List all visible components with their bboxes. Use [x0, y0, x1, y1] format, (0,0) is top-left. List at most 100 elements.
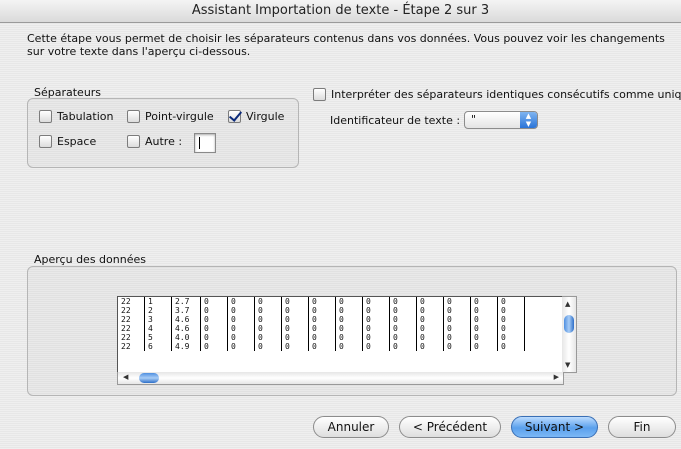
preview-cell: 0 — [227, 297, 255, 306]
preview-cell: 0 — [335, 297, 363, 306]
preview-cell: 0 — [470, 315, 498, 324]
preview-row: 22 5 4.0 0 0 0 0 0 0 0 0 0 0 0 0 — [118, 333, 525, 342]
preview-cell: 0 — [470, 324, 498, 333]
preview-cell: 0 — [200, 324, 228, 333]
preview-cell: 0 — [200, 342, 228, 351]
preview-cell: 0 — [416, 315, 444, 324]
vertical-scroll-thumb[interactable] — [564, 315, 574, 333]
preview-vertical-scrollbar[interactable]: ▲ ▼ — [562, 296, 577, 373]
preview-cell: 0 — [281, 342, 309, 351]
preview-cell: 0 — [443, 342, 471, 351]
preview-horizontal-scrollbar[interactable]: ◀ ▶ — [117, 372, 564, 385]
comma-checkbox-label: Virgule — [246, 110, 285, 123]
other-checkbox-box[interactable] — [127, 135, 140, 148]
space-checkbox-box[interactable] — [39, 135, 52, 148]
space-checkbox-label: Espace — [57, 135, 97, 148]
preview-cell: 0 — [227, 333, 255, 342]
finish-button[interactable]: Fin — [608, 416, 676, 438]
preview-cell: 0 — [497, 333, 525, 342]
preview-cell: 1 — [144, 297, 172, 306]
preview-cell: 0 — [416, 333, 444, 342]
preview-cell: 3.7 — [171, 306, 201, 315]
scroll-left-arrow-icon[interactable]: ◀ — [123, 373, 128, 381]
preview-cell: 6 — [144, 342, 172, 351]
consecutive-checkbox[interactable]: Interpréter des séparateurs identiques c… — [313, 88, 681, 101]
text-qualifier-select[interactable]: " ▲ ▼ — [464, 111, 538, 129]
preview-cell: 0 — [443, 297, 471, 306]
preview-cell: 0 — [254, 306, 282, 315]
scroll-down-arrow-icon[interactable]: ▼ — [565, 361, 570, 369]
preview-cell: 0 — [200, 315, 228, 324]
preview-cell: 0 — [443, 315, 471, 324]
preview-cell: 0 — [308, 333, 336, 342]
preview-cell: 0 — [389, 324, 417, 333]
next-button[interactable]: Suivant > — [511, 416, 598, 438]
semicolon-checkbox[interactable]: Point-virgule — [127, 110, 214, 123]
preview-cell: 2 — [144, 306, 172, 315]
separators-group — [27, 98, 299, 168]
preview-cell: 0 — [416, 342, 444, 351]
preview-cell: 0 — [254, 342, 282, 351]
preview-cell: 0 — [389, 315, 417, 324]
preview-row: 22 1 2.7 0 0 0 0 0 0 0 0 0 0 0 0 — [118, 297, 525, 306]
preview-cell: 22 — [118, 324, 145, 333]
preview-cell: 0 — [470, 297, 498, 306]
preview-cell: 0 — [497, 306, 525, 315]
comma-checkbox[interactable]: Virgule — [228, 110, 284, 123]
preview-cell: 0 — [389, 306, 417, 315]
space-checkbox[interactable]: Espace — [39, 135, 96, 148]
preview-cell: 0 — [200, 306, 228, 315]
preview-row: 22 4 4.6 0 0 0 0 0 0 0 0 0 0 0 0 — [118, 324, 525, 333]
text-qualifier-label: Identificateur de texte : — [330, 114, 461, 127]
other-checkbox-label: Autre : — [145, 135, 183, 148]
other-separator-input[interactable] — [194, 133, 216, 153]
preview-cell: 22 — [118, 315, 145, 324]
preview-row: 22 6 4.9 0 0 0 0 0 0 0 0 0 0 0 0 — [118, 342, 525, 351]
semicolon-checkbox-box[interactable] — [127, 110, 140, 123]
consecutive-checkbox-box[interactable] — [313, 88, 326, 101]
preview-cell: 0 — [227, 315, 255, 324]
preview-cell: 0 — [497, 324, 525, 333]
tab-checkbox[interactable]: Tabulation — [39, 110, 113, 123]
preview-cell: 0 — [443, 333, 471, 342]
preview-cell: 0 — [416, 324, 444, 333]
scroll-up-arrow-icon[interactable]: ▲ — [565, 300, 570, 308]
tab-checkbox-label: Tabulation — [57, 110, 114, 123]
preview-row: 22 3 4.6 0 0 0 0 0 0 0 0 0 0 0 0 — [118, 315, 525, 324]
tab-checkbox-box[interactable] — [39, 110, 52, 123]
preview-cell: 0 — [254, 315, 282, 324]
back-button[interactable]: < Précédent — [399, 416, 501, 438]
step-description: Cette étape vous permet de choisir les s… — [27, 32, 665, 58]
preview-cell: 0 — [362, 315, 390, 324]
preview-cell: 0 — [443, 306, 471, 315]
comma-checkbox-box[interactable] — [228, 110, 241, 123]
semicolon-checkbox-label: Point-virgule — [145, 110, 214, 123]
preview-cell: 0 — [308, 306, 336, 315]
preview-cell: 2.7 — [171, 297, 201, 306]
window-title: Assistant Importation de texte - Étape 2… — [0, 0, 681, 23]
preview-cell: 0 — [254, 333, 282, 342]
other-checkbox[interactable]: Autre : — [127, 135, 182, 148]
horizontal-scroll-thumb[interactable] — [139, 373, 159, 383]
text-caret — [199, 137, 200, 149]
data-preview-grid[interactable]: 22 1 2.7 0 0 0 0 0 0 0 0 0 0 0 0 22 2 3.7 0 0 0 0 0 0 0 0 0 0 0 0 22 3 4… — [117, 296, 564, 373]
preview-cell: 0 — [362, 306, 390, 315]
preview-cell: 0 — [281, 324, 309, 333]
cancel-button[interactable]: Annuler — [313, 416, 389, 438]
preview-cell: 0 — [389, 333, 417, 342]
preview-cell: 0 — [227, 324, 255, 333]
preview-cell: 0 — [389, 297, 417, 306]
preview-group-label: Aperçu des données — [34, 253, 146, 266]
preview-cell: 0 — [389, 342, 417, 351]
preview-cell: 0 — [362, 297, 390, 306]
preview-cell: 0 — [335, 342, 363, 351]
preview-cell: 0 — [281, 333, 309, 342]
scroll-right-arrow-icon[interactable]: ▶ — [554, 373, 559, 381]
preview-cell: 4.6 — [171, 315, 201, 324]
preview-cell: 0 — [416, 306, 444, 315]
preview-cell: 22 — [118, 306, 145, 315]
preview-row: 22 2 3.7 0 0 0 0 0 0 0 0 0 0 0 0 — [118, 306, 525, 315]
preview-cell: 0 — [470, 342, 498, 351]
preview-cell: 0 — [362, 324, 390, 333]
preview-cell: 0 — [497, 297, 525, 306]
